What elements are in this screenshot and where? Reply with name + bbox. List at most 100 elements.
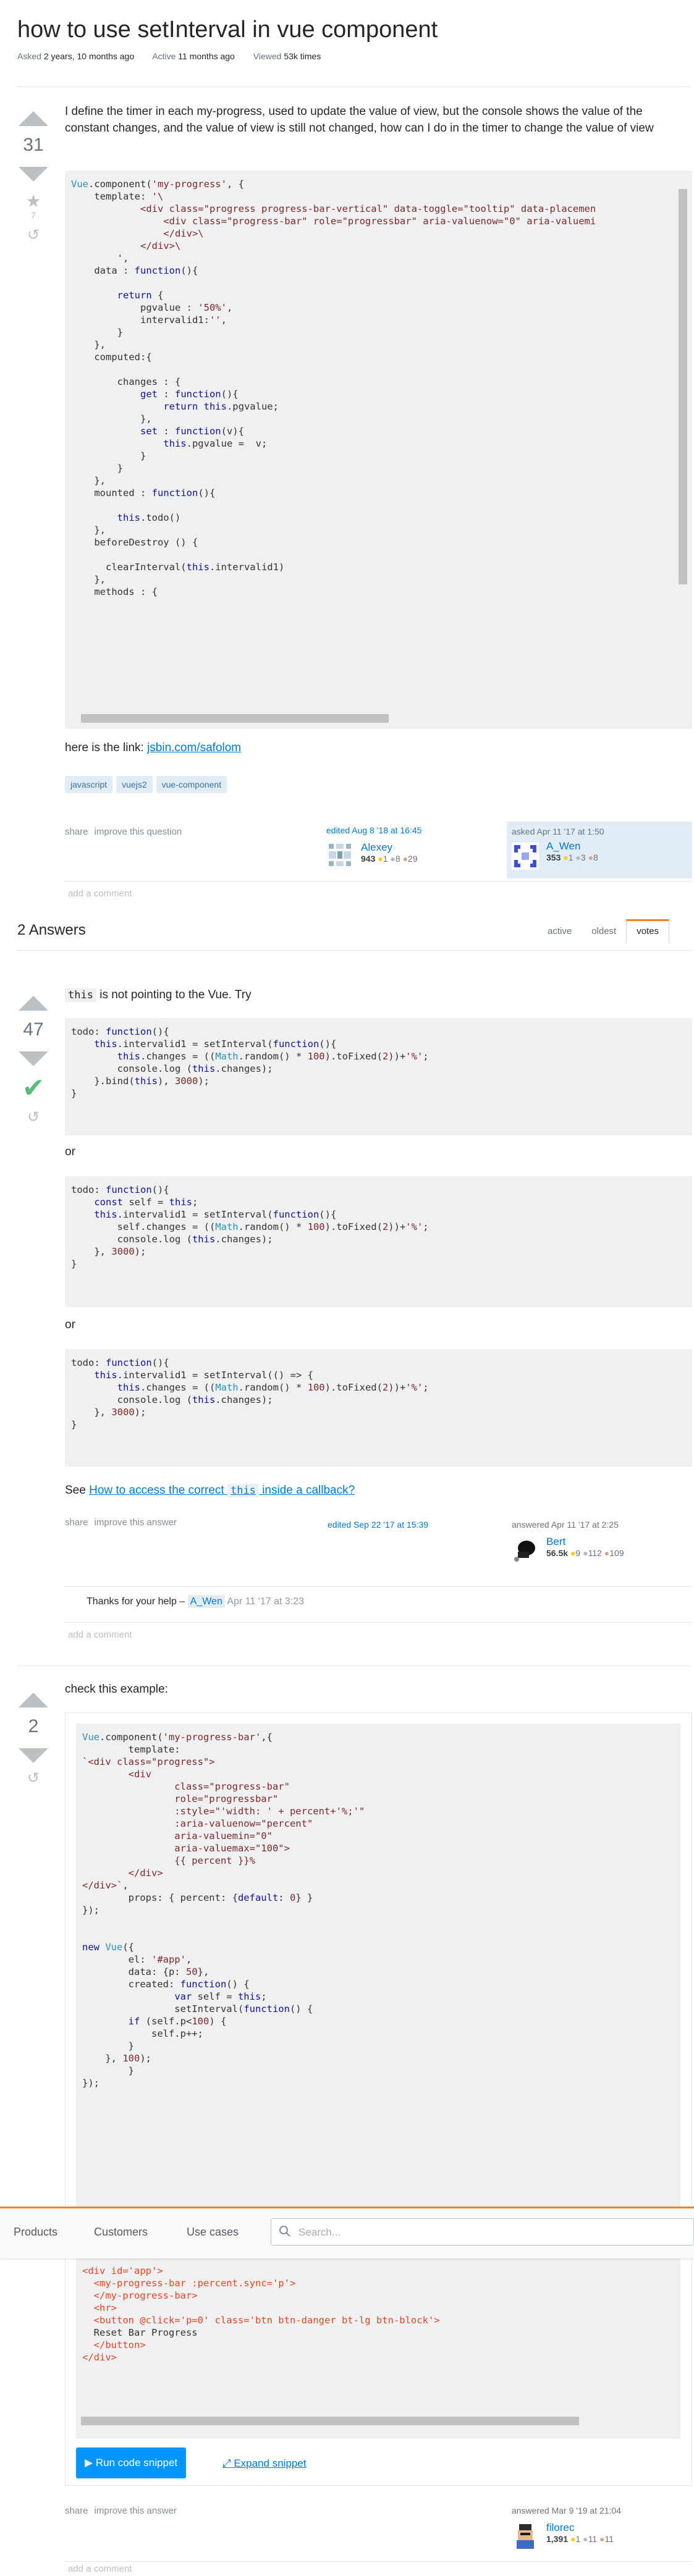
answer1-see-also: See How to access the correct this insid…: [65, 1484, 355, 1497]
answer2-author-signature: answered Mar 9 '19 at 21:04 filorec 1,39…: [512, 2506, 691, 2559]
answer1-history-icon[interactable]: ↺: [15, 1108, 52, 1126]
top-navbar: Products Customers Use cases Search...: [0, 2207, 694, 2258]
answer1-code-2: todo: function(){ const self = this; thi…: [65, 1176, 692, 1307]
answer2-share-link[interactable]: share: [65, 2506, 88, 2516]
question-code-block: Vue.component('my-progress', { template:…: [65, 170, 692, 729]
nav-customers[interactable]: Customers: [94, 2226, 148, 2239]
answer1-comment-bottom: [65, 1622, 692, 1623]
comment-date: Apr 11 '17 at 3:23: [227, 1596, 305, 1607]
answer2-author-name[interactable]: filorec: [546, 2522, 614, 2534]
answer1-share-link[interactable]: share: [65, 1517, 88, 1528]
answer2-answered-time: answered Mar 9 '19 at 21:04: [512, 2506, 622, 2515]
code-vertical-scrollbar[interactable]: [679, 189, 687, 584]
downvote-icon[interactable]: [19, 167, 48, 182]
question-meta: Asked 2 years, 10 months ago Active 11 m…: [17, 51, 321, 62]
share-link[interactable]: share: [65, 827, 88, 837]
snippet-horizontal-scrollbar[interactable]: [81, 2417, 579, 2425]
question-tags: javascript vuejs2 vue-component: [65, 776, 231, 793]
answer1-or-2: or: [65, 1318, 75, 1331]
nav-use-cases[interactable]: Use cases: [187, 2226, 239, 2239]
editor-avatar[interactable]: [326, 841, 353, 869]
question-header: how to use setInterval in vue component …: [17, 15, 685, 61]
answer2-vote-cell: 2 ↺: [15, 1693, 52, 1787]
answer1-upvote-icon[interactable]: [19, 996, 48, 1011]
asked-value: 2 years, 10 months ago: [43, 51, 135, 62]
answer1-vote-count: 47: [23, 1019, 44, 1040]
add-comment-link[interactable]: add a comment: [68, 888, 132, 899]
question-vote-cell: 31 ★ 7 ↺: [15, 111, 52, 244]
run-code-snippet-button[interactable]: ▶ Run code snippet: [76, 2448, 187, 2478]
tag-vuejs2[interactable]: vuejs2: [116, 776, 153, 793]
asker-avatar[interactable]: [512, 843, 539, 870]
tab-votes[interactable]: votes: [626, 919, 670, 943]
answer1-code-1: todo: function(){ this.intervalid1 = set…: [65, 1018, 692, 1135]
favorite-star-icon[interactable]: ★: [15, 193, 52, 210]
answer1-add-comment-link[interactable]: add a comment: [68, 1630, 132, 1640]
answer1-code-3: todo: function(){ this.intervalid1 = set…: [65, 1349, 692, 1467]
expand-snippet-link[interactable]: ⤢ Expand snippet: [222, 2457, 307, 2470]
answer2-intro: check this example:: [65, 1683, 168, 1696]
accepted-check-icon: ✔: [22, 1073, 45, 1103]
header-divider: [17, 86, 691, 87]
tab-oldest[interactable]: oldest: [582, 920, 626, 943]
editor-name[interactable]: Alexey: [361, 841, 418, 854]
answer2-vote-count: 2: [28, 1716, 39, 1736]
answer1-edited-time[interactable]: edited Sep 22 '17 at 15:39: [328, 1520, 428, 1530]
question-link-line: here is the link: jsbin.com/safolom: [65, 741, 242, 754]
active-value[interactable]: 11 months ago: [178, 51, 235, 61]
answer2-downvote-icon[interactable]: [19, 1748, 48, 1763]
answer1-comment: Thanks for your help – A_Wen Apr 11 '17 …: [87, 1595, 305, 1608]
answer1-answered-time: answered Apr 11 '17 at 2:25: [512, 1520, 619, 1530]
search-input[interactable]: Search...: [271, 2218, 694, 2246]
improve-question-link[interactable]: improve this question: [95, 827, 182, 837]
nav-products[interactable]: Products: [14, 2226, 57, 2239]
comment-divider: [65, 881, 692, 882]
answer1-author-signature: answered Apr 11 '17 at 2:25 Bert 56.5k ●…: [512, 1520, 691, 1573]
answer2-upvote-icon[interactable]: [19, 1693, 48, 1707]
search-icon: [279, 2226, 290, 2237]
expand-icon: ⤢: [222, 2457, 231, 2469]
see-also-link[interactable]: How to access the correct this inside a …: [89, 1484, 355, 1497]
question-title[interactable]: how to use setInterval in vue component: [17, 15, 685, 45]
answer2-author-avatar[interactable]: [512, 2522, 539, 2549]
answer1-or-1: or: [65, 1145, 75, 1158]
edited-time[interactable]: edited Aug 8 '18 at 16:45: [326, 825, 499, 835]
answer2-actions: share improve this answer: [65, 2506, 183, 2516]
tab-active[interactable]: active: [538, 920, 582, 943]
question-body: I define the timer in each my-progress, …: [65, 105, 654, 135]
favorite-count: 7: [31, 210, 36, 220]
answer1-comment-top: [65, 1586, 692, 1587]
answer2-history-icon[interactable]: ↺: [15, 1769, 52, 1787]
editor-signature: edited Aug 8 '18 at 16:45 Alexey 943 ●1 …: [326, 825, 499, 876]
answer1-author-name[interactable]: Bert: [546, 1536, 624, 1548]
play-icon: ▶: [85, 2457, 93, 2469]
answer2-improve-link[interactable]: improve this answer: [95, 2506, 177, 2516]
question-actions: share improve this question: [65, 827, 188, 837]
answer1-actions: share improve this answer: [65, 1517, 183, 1528]
tag-vue-component[interactable]: vue-component: [156, 776, 227, 793]
answer-sort-tabs: active oldest votes: [538, 919, 670, 943]
question-vote-count: 31: [23, 135, 44, 155]
answer2-comment-divider: [65, 2561, 692, 2562]
answer1-improve-link[interactable]: improve this answer: [95, 1517, 177, 1528]
upvote-icon[interactable]: [19, 111, 48, 126]
viewed-value: 53k times: [284, 51, 321, 62]
answer1-author-avatar[interactable]: [512, 1536, 539, 1563]
answer1-intro: this is not pointing to the Vue. Try: [65, 987, 252, 1004]
tag-javascript[interactable]: javascript: [65, 776, 113, 793]
jsbin-link[interactable]: jsbin.com/safolom: [147, 741, 241, 754]
answer2-js-code: Vue.component('my-progress-bar',{ templa…: [76, 1724, 680, 2207]
comment-user-link[interactable]: A_Wen: [187, 1595, 225, 1608]
asker-name[interactable]: A_Wen: [546, 840, 598, 852]
answer1-downvote-icon[interactable]: [19, 1051, 48, 1066]
history-icon[interactable]: ↺: [15, 226, 52, 244]
asked-time: asked Apr 11 '17 at 1:50: [512, 827, 604, 836]
search-placeholder: Search...: [298, 2226, 341, 2238]
answers-count: 2 Answers: [17, 922, 86, 938]
answer2-html-code: <div id='app'> <my-progress-bar :percent…: [76, 2258, 680, 2439]
answers-divider: [17, 950, 691, 951]
answer-separator: [17, 1665, 691, 1666]
code-horizontal-scrollbar[interactable]: [81, 714, 389, 723]
asker-signature: asked Apr 11 '17 at 1:50 A_Wen 353 ●1 ●3…: [507, 822, 692, 878]
answer2-add-comment-link[interactable]: add a comment: [68, 2564, 132, 2574]
